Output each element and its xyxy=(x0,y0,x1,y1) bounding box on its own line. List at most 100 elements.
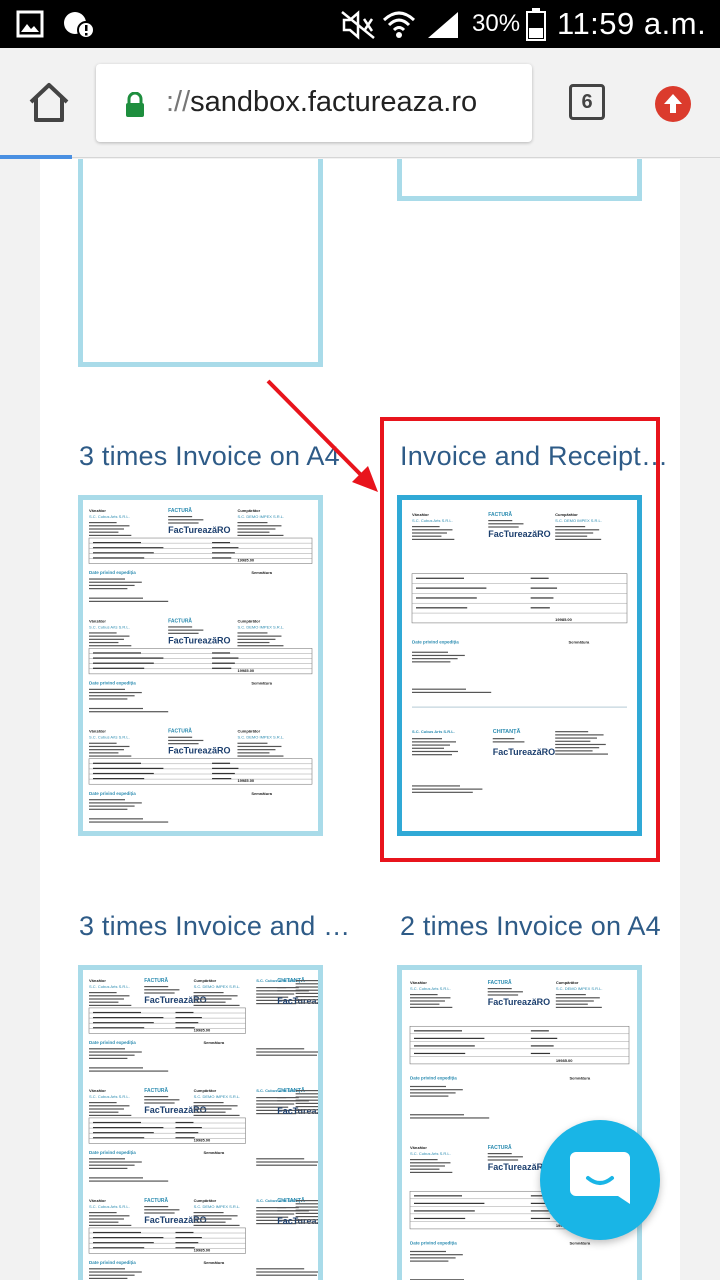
thumb-line xyxy=(410,1159,438,1161)
thumb-line xyxy=(237,742,268,744)
tab-switcher-button[interactable]: 6 xyxy=(569,84,605,120)
template-title[interactable]: 3 times Invoice on A4 xyxy=(79,441,340,472)
thumb-line xyxy=(89,1067,143,1069)
url-text[interactable]: ://sandbox.factureaza.ro xyxy=(166,86,477,119)
thumb-line xyxy=(295,992,318,994)
thumb-signature: Semnătura xyxy=(251,570,272,575)
thumb-line xyxy=(168,632,199,634)
thumb-line xyxy=(93,772,154,775)
thumb-signature: Semnătura xyxy=(569,1076,590,1081)
thumb-buyer-name: S.C. DEMO IMPEX S.R.L. xyxy=(237,514,284,519)
thumb-line xyxy=(256,1268,305,1270)
thumb-line xyxy=(93,767,164,769)
thumb-line xyxy=(237,525,282,527)
thumb-line xyxy=(89,698,128,700)
thumb-line xyxy=(193,1102,224,1104)
thumb-line xyxy=(487,991,523,993)
thumb-line xyxy=(193,1111,226,1113)
thumb-brand-logo: FacTureazăRO xyxy=(144,1105,206,1115)
thumb-brand-logo: FacTureazăRO xyxy=(168,525,230,535)
thumb-line xyxy=(414,1030,462,1032)
thumb-line xyxy=(175,1017,202,1019)
home-icon[interactable] xyxy=(26,80,72,126)
thumb-buyer: Cumpărător xyxy=(237,508,260,513)
thumb-line xyxy=(410,1092,456,1094)
thumb-line xyxy=(295,1093,318,1095)
template-thumbnail-prev-left[interactable] xyxy=(78,159,323,367)
thumb-line xyxy=(410,1257,456,1259)
thumb-line xyxy=(212,762,231,764)
thumb-line xyxy=(89,635,130,637)
template-title[interactable]: 2 times Invoice on A4 xyxy=(400,911,661,942)
thumb-line xyxy=(555,997,600,999)
thumb-line xyxy=(487,994,519,996)
thumb-line xyxy=(93,547,164,549)
thumb-line xyxy=(256,1274,317,1276)
thumb-line xyxy=(487,1156,523,1158)
thumb-total: 19985.00 xyxy=(194,1027,211,1032)
thumb-brand-logo: FacTureazăRO xyxy=(168,746,230,756)
template-gallery: 3 times Invoice on A4 Vânzător S.C. Cubus… xyxy=(40,159,680,1280)
thumb-line xyxy=(193,1218,232,1220)
template-thumbnail[interactable]: Vânzător S.C. Cubus Arts S.R.L. FACTURĂ Fac… xyxy=(78,965,323,1280)
url-host: sandbox.factureaza.ro xyxy=(190,86,478,118)
template-title[interactable]: 3 times Invoice and … xyxy=(79,911,350,942)
thumb-line xyxy=(256,1048,305,1050)
thumb-line xyxy=(237,534,284,536)
thumb-line xyxy=(410,997,451,999)
thumb-line xyxy=(89,799,125,801)
wifi-icon xyxy=(382,11,416,38)
thumb-line xyxy=(89,1051,142,1053)
thumb-line xyxy=(89,802,142,804)
thumb-line xyxy=(410,994,438,996)
thumb-signature: Semnătura xyxy=(203,1260,224,1265)
thumb-line xyxy=(175,1011,194,1014)
thumb-line xyxy=(295,1222,318,1224)
thumb-line xyxy=(410,1260,449,1262)
template-thumbnail[interactable]: Vânzător S.C. Cubus Arts S.R.L. FACTURĂ Fac… xyxy=(78,495,323,836)
thumb-line xyxy=(410,1085,446,1088)
thumb-total: 19985.00 xyxy=(237,778,254,783)
thumb-line xyxy=(555,1006,602,1008)
thumb-line xyxy=(89,1004,132,1006)
thumb-line xyxy=(212,667,232,669)
thumb-line xyxy=(212,552,235,554)
thumb-invoice-title: FACTURĂ xyxy=(144,1087,168,1094)
thumb-line xyxy=(89,1167,128,1169)
thumb-line xyxy=(89,534,132,536)
document-preview: VânzătorS.C. Cubus Arts S.R.L.FACTURĂFac… xyxy=(83,500,318,831)
thumb-line xyxy=(212,657,239,659)
thumb-line xyxy=(93,762,141,764)
thumb-line xyxy=(89,691,142,694)
thumb-brand-logo: FacTureazăRO xyxy=(488,997,550,1007)
thumb-line xyxy=(89,707,143,710)
thumb-line xyxy=(212,778,232,780)
thumb-line xyxy=(93,1137,145,1139)
thumb-invoice-title: FACTURĂ xyxy=(144,1197,168,1204)
thumb-line xyxy=(93,1127,164,1129)
thumb-line xyxy=(89,1215,130,1217)
chat-bubble-icon xyxy=(570,1152,630,1204)
thumb-line xyxy=(89,1164,135,1166)
alert-bubble-icon xyxy=(64,12,95,39)
thumb-line xyxy=(89,742,117,744)
template-thumbnail-prev-right[interactable] xyxy=(397,159,642,201)
thumb-line xyxy=(89,1054,135,1056)
thumb-line xyxy=(237,752,270,754)
mute-icon xyxy=(341,10,375,40)
thumb-seller-name: S.C. Cubus Arts S.R.L. xyxy=(89,984,130,989)
thumb-line xyxy=(89,528,124,530)
thumb-signature: Semnătura xyxy=(251,681,272,686)
thumb-seller: Vânzător xyxy=(89,1198,106,1203)
thumb-seller-name: S.C. Cubus Arts S.R.L. xyxy=(89,735,130,740)
lock-icon xyxy=(126,92,144,117)
update-button[interactable] xyxy=(655,86,691,122)
thumb-line xyxy=(144,992,175,994)
thumb-line xyxy=(193,1221,226,1223)
chat-button[interactable] xyxy=(540,1120,660,1240)
thumb-line xyxy=(93,1237,164,1239)
address-bar[interactable]: ://sandbox.factureaza.ro xyxy=(96,64,532,142)
thumb-line xyxy=(175,1242,199,1244)
thumb-line xyxy=(212,652,231,654)
thumb-line xyxy=(530,1217,551,1220)
